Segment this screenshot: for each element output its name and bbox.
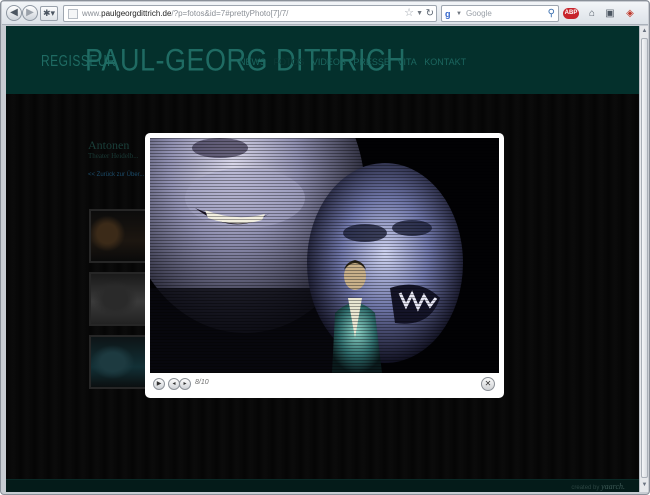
lightbox-photo[interactable]	[150, 138, 499, 373]
page-title: Antonen	[88, 138, 130, 152]
window-icon[interactable]: ▣	[602, 6, 618, 21]
browser-window: ◀ ▶ ✱▾ www.paulgeorgdittrich.de/?p=fotos…	[0, 0, 650, 495]
adblock-icon[interactable]: ABP	[563, 8, 579, 19]
search-icon[interactable]: ⚲	[548, 7, 555, 20]
nav-videos[interactable]: VIDEOS	[312, 57, 346, 67]
scroll-thumb[interactable]	[641, 38, 648, 478]
puzzle-icon: ✱▾	[42, 8, 56, 18]
next-icon: ▸	[183, 381, 187, 387]
bookmark-star-icon[interactable]: ☆	[404, 7, 414, 20]
site-credit[interactable]: created by yaarch.	[571, 482, 625, 491]
nav-fotos[interactable]: FOTOS	[274, 57, 305, 67]
back-link[interactable]: << Zurück zur Über...	[88, 172, 144, 178]
site-header: REGISSEUR PAUL-GEORG DITTRICH NEWS FOTOS…	[6, 26, 639, 94]
page-menu-button[interactable]: ✱▾	[40, 6, 58, 21]
thumbnail-image	[91, 211, 145, 261]
site-nav: NEWS FOTOS VIDEOS PRESSE VITA KONTAKT	[239, 57, 471, 67]
nav-presse[interactable]: PRESSE	[353, 57, 390, 67]
back-button[interactable]: ◀	[6, 5, 22, 21]
scroll-up-icon[interactable]: ▲	[641, 27, 648, 36]
addon-icon[interactable]: ◈	[622, 6, 638, 21]
image-counter: 8/10	[195, 379, 209, 386]
photo-thumbnail[interactable]	[89, 335, 147, 389]
browser-toolbar: ◀ ▶ ✱▾ www.paulgeorgdittrich.de/?p=fotos…	[2, 2, 648, 25]
photo-thumbnail[interactable]	[89, 209, 147, 263]
forward-button[interactable]: ▶	[22, 5, 38, 21]
url-dropdown-icon[interactable]: ▼	[416, 8, 423, 20]
previous-icon: ◂	[172, 381, 176, 387]
nav-news[interactable]: NEWS	[239, 57, 266, 67]
next-button[interactable]: ▸	[179, 378, 191, 390]
url-bar[interactable]: www.paulgeorgdittrich.de/?p=fotos&id=7#p…	[63, 5, 437, 22]
vertical-scrollbar[interactable]: ▲ ▼	[639, 26, 648, 492]
search-engine-dropdown-icon[interactable]: ▼	[456, 8, 462, 20]
page-subtitle: Theater Heidelb...	[88, 152, 139, 160]
lightbox-controls: ▶ ◂ ▸ 8/10 ✕	[150, 376, 499, 394]
close-button[interactable]: ✕	[481, 377, 495, 391]
thumbnail-image	[91, 337, 145, 387]
site-footer: created by yaarch.	[6, 479, 639, 492]
search-bar[interactable]: g ▼ Google ⚲	[441, 5, 559, 22]
play-button[interactable]: ▶	[153, 378, 165, 390]
thumbnail-image	[91, 274, 145, 324]
reload-icon[interactable]: ↻	[426, 7, 434, 20]
nav-kontakt[interactable]: KONTAKT	[424, 57, 466, 67]
stage-photo-image	[150, 138, 499, 373]
url-text: www.paulgeorgdittrich.de/?p=fotos&id=7#p…	[82, 9, 289, 18]
favicon-icon	[68, 9, 78, 19]
nav-vita[interactable]: VITA	[397, 57, 416, 67]
scroll-down-icon[interactable]: ▼	[641, 481, 648, 490]
home-icon[interactable]: ⌂	[584, 6, 600, 21]
google-icon[interactable]: g	[445, 8, 451, 20]
close-icon: ✕	[484, 379, 492, 388]
lightbox: ▶ ◂ ▸ 8/10 ✕	[145, 133, 504, 398]
search-placeholder: Google	[466, 9, 492, 18]
play-icon: ▶	[156, 381, 162, 387]
photo-thumbnail[interactable]	[89, 272, 147, 326]
